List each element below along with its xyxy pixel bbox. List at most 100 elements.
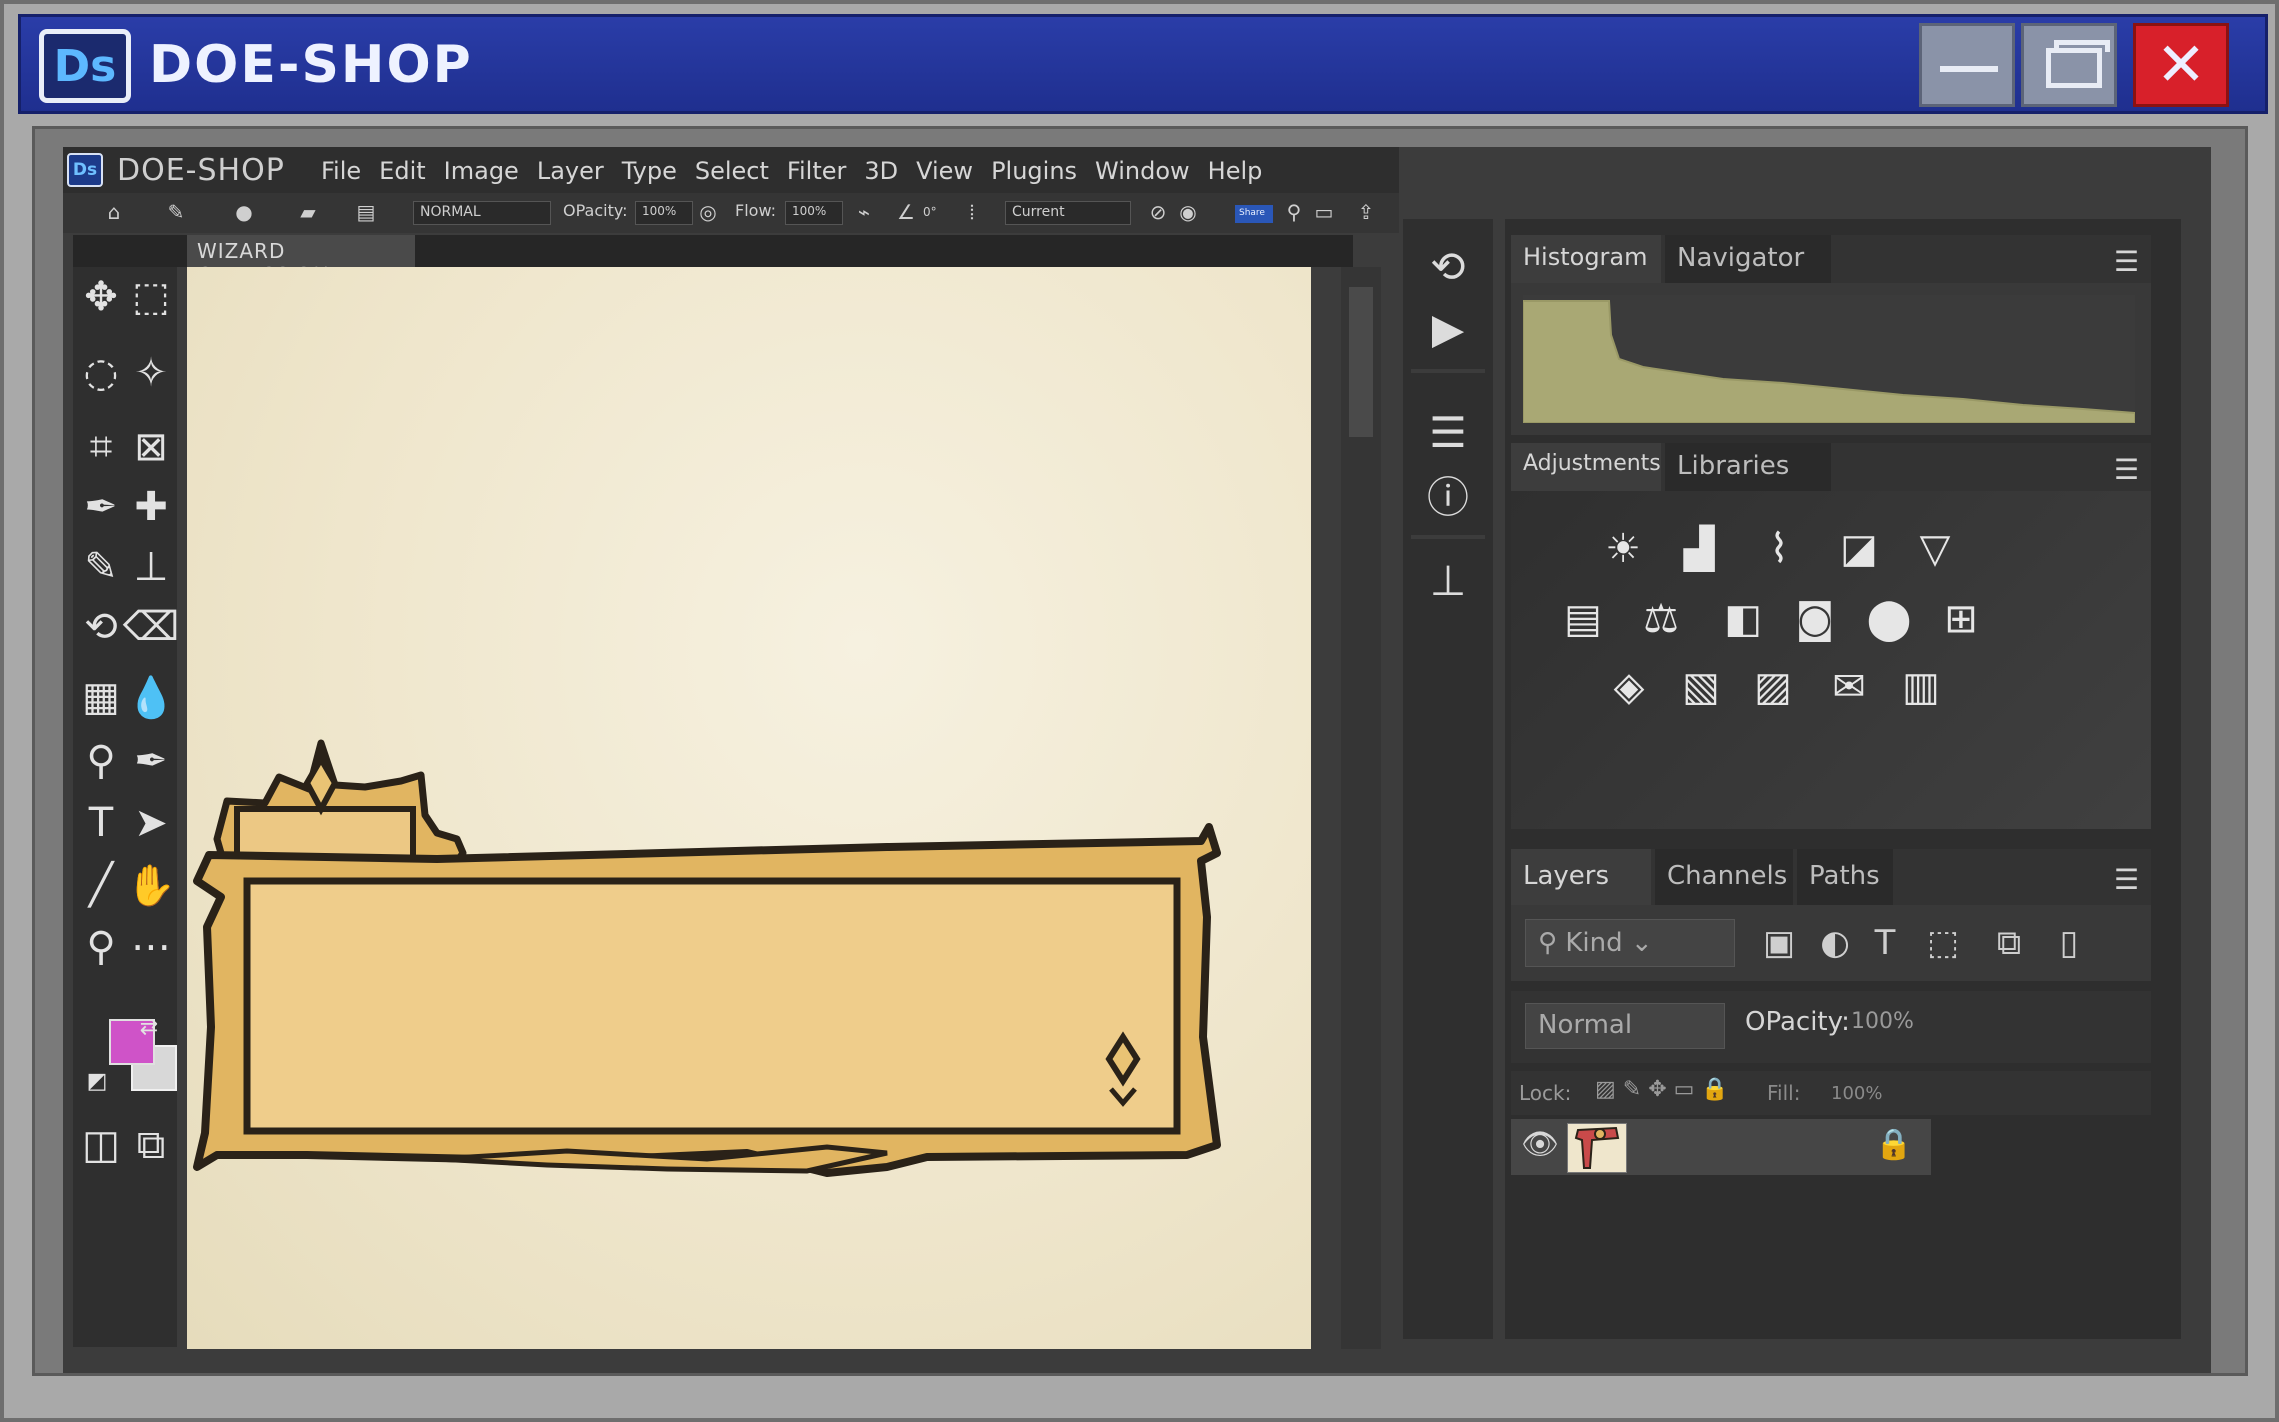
menu-help[interactable]: Help: [1208, 157, 1263, 185]
frame-tool-icon[interactable]: ⊠: [125, 421, 177, 473]
filter-adjustment-icon[interactable]: ◐: [1811, 919, 1859, 967]
window-titlebar[interactable]: Ds DOE-SHOP ✕: [18, 14, 2268, 114]
filter-type-icon[interactable]: T: [1861, 919, 1909, 967]
menu-filter[interactable]: Filter: [787, 157, 846, 185]
posterize-icon[interactable]: ▧: [1669, 659, 1733, 715]
quick-mask-icon[interactable]: ◫: [75, 1119, 127, 1171]
filter-shape-icon[interactable]: ⬚: [1919, 919, 1967, 967]
threshold-icon[interactable]: ▨: [1741, 659, 1805, 715]
flow-field[interactable]: 100%: [785, 201, 843, 225]
curves-icon[interactable]: ⌇: [1747, 521, 1811, 577]
default-colors-icon[interactable]: ◩: [83, 1067, 111, 1095]
history-brush-tool-icon[interactable]: ⟲: [75, 601, 127, 653]
dodge-tool-icon[interactable]: ⚲: [75, 735, 127, 787]
black-white-icon[interactable]: ◧: [1711, 591, 1775, 647]
stamp-tool-icon[interactable]: ⊥: [125, 541, 177, 593]
zoom-tool-icon[interactable]: ⚲: [75, 921, 127, 973]
menu-edit[interactable]: Edit: [379, 157, 425, 185]
export-icon[interactable]: ⇪: [1353, 199, 1379, 225]
layer-visibility-eye-icon[interactable]: 👁: [1521, 1127, 1559, 1162]
menu-file[interactable]: File: [321, 157, 361, 185]
pressure-size-icon[interactable]: ⊘: [1145, 199, 1171, 225]
sample-select[interactable]: Current: [1005, 201, 1131, 225]
menu-type[interactable]: Type: [622, 157, 677, 185]
airbrush-icon[interactable]: ⌁: [851, 199, 877, 225]
path-selection-tool-icon[interactable]: ➤: [125, 797, 177, 849]
brush-tool-icon[interactable]: ✎: [75, 541, 127, 593]
menu-image[interactable]: Image: [444, 157, 519, 185]
menu-layer[interactable]: Layer: [537, 157, 604, 185]
levels-icon[interactable]: ▟: [1667, 521, 1731, 577]
document-canvas[interactable]: [187, 267, 1311, 1349]
share-button[interactable]: Share: [1235, 205, 1273, 223]
histogram-menu-icon[interactable]: ☰: [2114, 245, 2139, 278]
minimize-button[interactable]: [1919, 23, 2015, 107]
angle-value[interactable]: 0°: [923, 205, 937, 219]
brightness-contrast-icon[interactable]: ☀: [1591, 521, 1655, 577]
maximize-button[interactable]: [2021, 23, 2117, 107]
layers-menu-icon[interactable]: ☰: [2114, 863, 2139, 896]
filter-smart-object-icon[interactable]: ⧉: [1985, 919, 2033, 967]
filter-pixel-icon[interactable]: ▣: [1755, 919, 1803, 967]
fill-field[interactable]: 100%: [1831, 1083, 1882, 1104]
document-tab[interactable]: WIZARD GUY@33.3%: [187, 235, 415, 287]
move-tool-icon[interactable]: ✥: [75, 271, 127, 323]
opacity-field[interactable]: 100%: [635, 201, 693, 225]
tab-navigator[interactable]: Navigator: [1665, 235, 1831, 283]
selective-color-icon[interactable]: ✉: [1817, 659, 1881, 715]
pressure-opacity-icon[interactable]: ◎: [695, 199, 721, 225]
hue-saturation-icon[interactable]: ▤: [1551, 591, 1615, 647]
gradient-map-icon[interactable]: ▥: [1889, 659, 1953, 715]
layer-blend-mode-select[interactable]: Normal: [1525, 1003, 1725, 1049]
lasso-tool-icon[interactable]: ◌: [75, 347, 127, 399]
gradient-tool-icon[interactable]: ▦: [75, 671, 127, 723]
screen-mode-icon[interactable]: ⧉: [125, 1119, 177, 1171]
menu-window[interactable]: Window: [1095, 157, 1190, 185]
eyedropper-tool-icon[interactable]: ✒: [75, 481, 127, 533]
tab-libraries[interactable]: Libraries: [1665, 443, 1831, 491]
angle-icon[interactable]: ∠: [893, 199, 919, 225]
vibrance-icon[interactable]: ▽: [1903, 521, 1967, 577]
home-icon[interactable]: ⌂: [101, 199, 127, 225]
clone-source-icon[interactable]: ⊥: [1417, 549, 1479, 611]
tab-paths[interactable]: Paths: [1797, 849, 1893, 905]
properties-sliders-icon[interactable]: ☰: [1417, 401, 1479, 463]
exposure-icon[interactable]: ◪: [1827, 521, 1891, 577]
tab-histogram[interactable]: Histogram: [1511, 235, 1661, 283]
menu-view[interactable]: View: [916, 157, 973, 185]
folder-icon[interactable]: ▰: [295, 199, 321, 225]
layer-kind-filter[interactable]: ⚲ Kind ⌄: [1525, 919, 1735, 967]
brush-size-icon[interactable]: ●: [231, 199, 257, 225]
scrollbar-thumb[interactable]: [1349, 287, 1373, 437]
layer-item[interactable]: 👁 🔒: [1511, 1119, 1931, 1175]
symmetry-icon[interactable]: ⦙: [959, 199, 985, 225]
line-tool-icon[interactable]: ╱: [75, 859, 127, 911]
type-tool-icon[interactable]: T: [75, 797, 127, 849]
blur-tool-icon[interactable]: 💧: [125, 671, 177, 723]
blend-mode-select[interactable]: NORMAL: [413, 201, 551, 225]
tab-channels[interactable]: Channels: [1655, 849, 1793, 905]
actions-play-icon[interactable]: ▶: [1417, 297, 1479, 359]
magic-wand-tool-icon[interactable]: ✧: [125, 347, 177, 399]
menu-plugins[interactable]: Plugins: [991, 157, 1077, 185]
layer-opacity-field[interactable]: 100%: [1851, 1009, 1914, 1034]
menu-select[interactable]: Select: [695, 157, 769, 185]
search-icon[interactable]: ⚲: [1281, 199, 1307, 225]
lock-options-icon[interactable]: ▨ ✎ ✥ ▭ 🔒: [1595, 1077, 1729, 1102]
info-icon[interactable]: ⓘ: [1417, 463, 1479, 525]
canvas-vertical-scrollbar[interactable]: [1341, 267, 1381, 1349]
tab-adjustments[interactable]: Adjustments: [1511, 443, 1661, 491]
photo-filter-icon[interactable]: ◙: [1783, 591, 1847, 647]
hand-tool-icon[interactable]: ✋: [125, 859, 177, 911]
brush-preset-icon[interactable]: ✎: [163, 199, 189, 225]
menu-3d[interactable]: 3D: [864, 157, 898, 185]
color-balance-icon[interactable]: ⚖: [1629, 591, 1693, 647]
brush-settings-icon[interactable]: ▤: [353, 199, 379, 225]
channel-mixer-icon[interactable]: ⬤: [1857, 591, 1921, 647]
target-icon[interactable]: ◉: [1175, 199, 1201, 225]
crop-tool-icon[interactable]: ⌗: [75, 421, 127, 473]
marquee-tool-icon[interactable]: ⬚: [125, 271, 177, 323]
history-icon[interactable]: ⟲: [1417, 235, 1479, 297]
swap-colors-icon[interactable]: ⇄: [135, 1013, 163, 1041]
healing-brush-tool-icon[interactable]: ✚: [125, 481, 177, 533]
